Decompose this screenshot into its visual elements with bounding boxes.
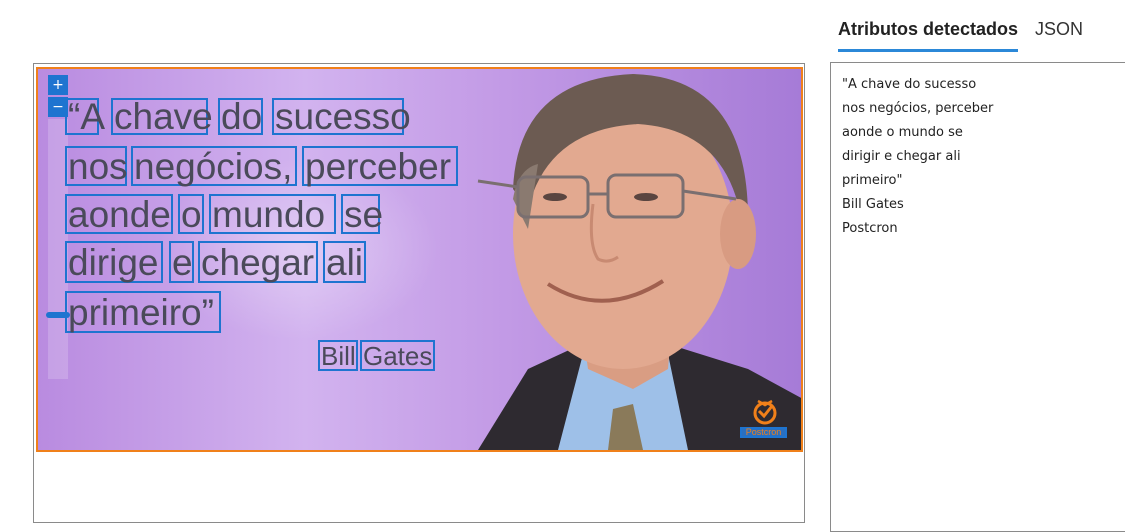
detected-word: o: [178, 194, 204, 234]
postcron-logo-icon: [753, 399, 777, 425]
detected-word: ali: [323, 241, 366, 283]
detected-word: “A: [65, 98, 105, 135]
tab-detected-attributes[interactable]: Atributos detectados: [838, 18, 1019, 52]
text-line: nos negócios, perceber: [842, 101, 994, 116]
detected-word: Postcron: [740, 427, 787, 438]
detected-word: nos: [65, 146, 128, 186]
text-line: "A chave do sucesso: [842, 77, 977, 92]
detected-word: mundo: [209, 194, 336, 234]
detected-word: perceber: [302, 146, 458, 186]
detected-word: Bill: [318, 340, 358, 371]
text-line: dirigir e chegar ali: [842, 149, 961, 164]
detected-word: primeiro”: [65, 291, 221, 333]
detected-word: negócios,: [131, 146, 297, 186]
detected-word: sucesso: [272, 98, 411, 135]
text-line: primeiro": [842, 173, 903, 188]
text-line: aonde o mundo se: [842, 125, 963, 140]
image-panel: + − “A chave do sucesso nos negócios, pe…: [33, 63, 805, 523]
analyzed-image: + − “A chave do sucesso nos negócios, pe…: [36, 67, 803, 452]
detected-word: e: [169, 241, 194, 283]
text-line: Postcron: [842, 221, 898, 236]
detected-word: chave: [111, 98, 213, 135]
detected-word: chegar: [198, 241, 318, 283]
tab-json[interactable]: JSON: [1035, 18, 1083, 40]
detected-word: aonde: [65, 194, 173, 234]
detected-word: Gates: [360, 340, 435, 371]
detected-word: se: [341, 194, 383, 234]
zoom-in-button[interactable]: +: [48, 75, 68, 95]
text-line: Bill Gates: [842, 197, 904, 212]
detected-word: dirige: [65, 241, 163, 283]
detected-word: do: [218, 98, 263, 135]
person-photo: [477, 74, 801, 450]
detected-text-panel: "A chave do sucesso nos negócios, perceb…: [830, 62, 1125, 532]
